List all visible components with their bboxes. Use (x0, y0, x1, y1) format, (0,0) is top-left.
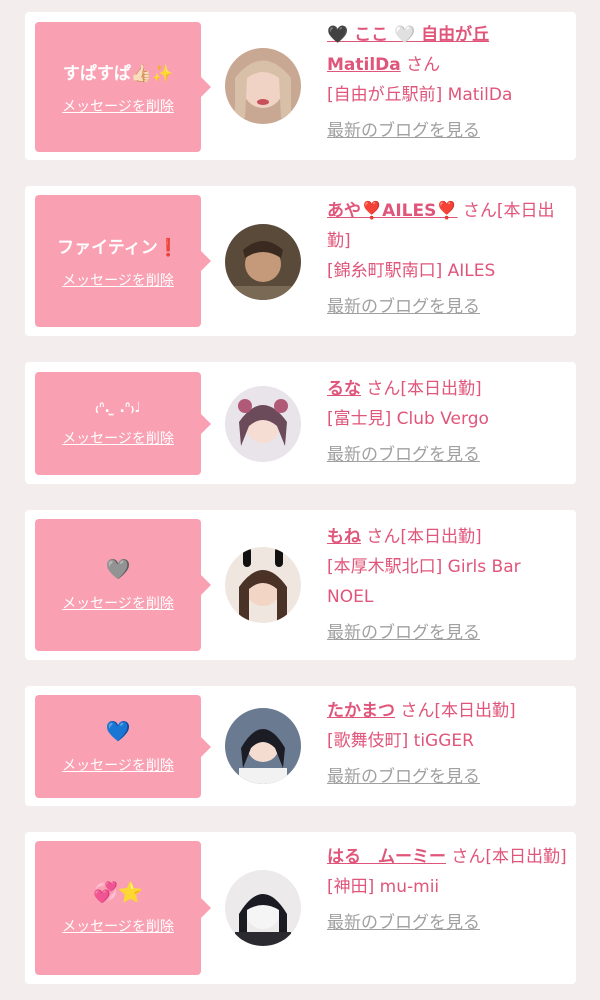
shop-location: [本厚木駅北口] Girls Bar NOEL (327, 557, 521, 607)
message-text: 💞⭐ (93, 880, 143, 904)
delete-message-link[interactable]: メッセージを削除 (62, 428, 174, 448)
latest-blog-link[interactable]: 最新のブログを見る (327, 767, 480, 787)
message-card: 🩶 メッセージを削除 もね さん[本日出勤] [本厚木駅北口] Girls Ba… (25, 510, 576, 660)
avatar[interactable] (225, 48, 301, 124)
cast-info: もね さん[本日出勤] [本厚木駅北口] Girls Bar NOEL 最新のブ… (327, 522, 567, 643)
message-bubble: すぱすぱ👍🏻✨ メッセージを削除 (35, 22, 211, 152)
cast-name-link[interactable]: はる ムーミー (327, 847, 446, 867)
shop-location: [富士見] Club Vergo (327, 409, 489, 429)
avatar[interactable] (225, 547, 301, 623)
name-suffix: さん[本日出勤] (366, 527, 482, 547)
avatar[interactable] (225, 386, 301, 462)
avatar[interactable] (225, 708, 301, 784)
cast-info: るな さん[本日出勤] [富士見] Club Vergo 最新のブログを見る (327, 374, 567, 465)
shop-location: [自由が丘駅前] MatilDa (327, 85, 513, 105)
delete-message-link[interactable]: メッセージを削除 (62, 755, 174, 775)
message-text: すぱすぱ👍🏻✨ (62, 63, 174, 84)
latest-blog-link[interactable]: 最新のブログを見る (327, 121, 480, 141)
delete-message-link[interactable]: メッセージを削除 (62, 916, 174, 936)
message-bubble: ₍ᐢ. ̫ .ᐢ₎♩ メッセージを削除 (35, 372, 211, 475)
cast-name-link[interactable]: たかまつ (327, 701, 395, 721)
message-text: ₍ᐢ. ̫ .ᐢ₎♩ (94, 399, 142, 416)
latest-blog-link[interactable]: 最新のブログを見る (327, 913, 480, 933)
cast-info: あや❣️AILES❣️ さん[本日出勤] [錦糸町駅南口] AILES 最新のブ… (327, 196, 567, 317)
message-card: 💙 メッセージを削除 たかまつ さん[本日出勤] [歌舞伎町] tiGGER 最… (25, 686, 576, 806)
name-suffix: さん[本日出勤] (366, 379, 482, 399)
latest-blog-link[interactable]: 最新のブログを見る (327, 297, 480, 317)
cast-name-link[interactable]: もね (327, 527, 361, 547)
shop-location: [錦糸町駅南口] AILES (327, 261, 496, 281)
name-suffix: さん (406, 55, 441, 75)
message-text: ファイティン❗ (57, 237, 179, 258)
cast-info: はる ムーミー さん[本日出勤] [神田] mu-mii 最新のブログを見る (327, 842, 567, 933)
cast-name-link[interactable]: あや❣️AILES❣️ (327, 201, 458, 221)
message-bubble: 🩶 メッセージを削除 (35, 519, 211, 651)
shop-location: [神田] mu-mii (327, 877, 440, 897)
delete-message-link[interactable]: メッセージを削除 (62, 270, 174, 290)
cast-name-link[interactable]: るな (327, 379, 361, 399)
cast-info: 🖤 ここ 🤍 自由が丘 MatilDa さん [自由が丘駅前] MatilDa … (327, 20, 567, 141)
delete-message-link[interactable]: メッセージを削除 (62, 593, 174, 613)
message-bubble: 💙 メッセージを削除 (35, 695, 211, 798)
message-card: すぱすぱ👍🏻✨ メッセージを削除 🖤 ここ 🤍 自由が丘 MatilDa さん … (25, 12, 576, 160)
message-text: 💙 (105, 718, 131, 743)
cast-info: たかまつ さん[本日出勤] [歌舞伎町] tiGGER 最新のブログを見る (327, 696, 567, 787)
shop-location: [歌舞伎町] tiGGER (327, 731, 474, 751)
name-suffix: さん[本日出勤] (451, 847, 567, 867)
latest-blog-link[interactable]: 最新のブログを見る (327, 445, 480, 465)
avatar[interactable] (225, 224, 301, 300)
message-card: ファイティン❗ メッセージを削除 あや❣️AILES❣️ さん[本日出勤] [錦… (25, 186, 576, 336)
message-bubble: 💞⭐ メッセージを削除 (35, 841, 211, 975)
message-card: 💞⭐ メッセージを削除 はる ムーミー さん[本日出勤] [神田] mu-mii… (25, 832, 576, 984)
latest-blog-link[interactable]: 最新のブログを見る (327, 623, 480, 643)
delete-message-link[interactable]: メッセージを削除 (62, 96, 174, 116)
message-bubble: ファイティン❗ メッセージを削除 (35, 195, 211, 327)
message-text: 🩶 (105, 557, 131, 581)
avatar[interactable] (225, 870, 301, 946)
name-suffix: さん[本日出勤] (400, 701, 516, 721)
message-card: ₍ᐢ. ̫ .ᐢ₎♩ メッセージを削除 るな さん[本日出勤] [富士見] Cl… (25, 362, 576, 484)
